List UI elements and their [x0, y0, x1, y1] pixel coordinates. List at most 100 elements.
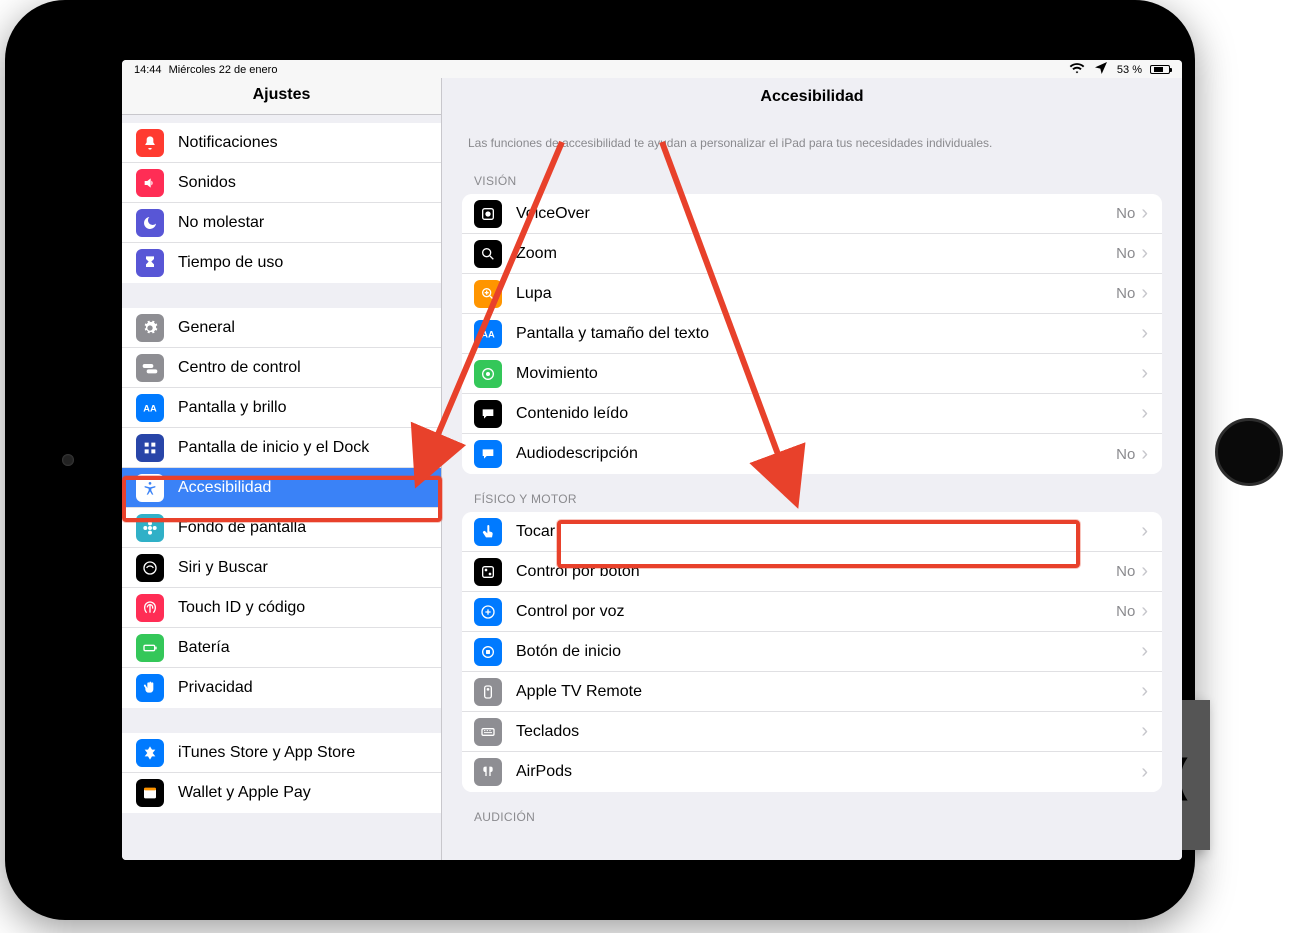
sidebar-item-label: General: [178, 319, 427, 337]
detail-item-spoken[interactable]: Contenido leído›: [462, 394, 1162, 434]
detail-item-magnifier[interactable]: LupaNo›: [462, 274, 1162, 314]
detail-item-value: No: [1116, 205, 1135, 222]
chevron-right-icon: ›: [1141, 520, 1148, 543]
sidebar-item-controlcenter[interactable]: Centro de control: [122, 348, 441, 388]
detail-item-voicecontrol[interactable]: Control por vozNo›: [462, 592, 1162, 632]
chevron-right-icon: ›: [1141, 202, 1148, 225]
home-button[interactable]: [1215, 418, 1283, 486]
status-date: Miércoles 22 de enero: [169, 64, 278, 76]
magnifier-icon: [474, 280, 502, 308]
moon-icon: [136, 209, 164, 237]
detail-title: Accesibilidad: [442, 78, 1182, 112]
detail-item-label: Control por botón: [516, 563, 1116, 581]
detail-item-keyboards[interactable]: Teclados›: [462, 712, 1162, 752]
chevron-right-icon: ›: [1141, 640, 1148, 663]
chevron-right-icon: ›: [1141, 443, 1148, 466]
sidebar-item-siri[interactable]: Siri y Buscar: [122, 548, 441, 588]
sidebar-item-label: Sonidos: [178, 174, 427, 192]
detail-item-switchcontrol[interactable]: Control por botónNo›: [462, 552, 1162, 592]
chevron-right-icon: ›: [1141, 362, 1148, 385]
location-icon: [1093, 60, 1109, 79]
sidebar-title: Ajustes: [122, 78, 441, 115]
detail-item-label: Apple TV Remote: [516, 683, 1141, 701]
battery-icon: [1150, 65, 1170, 74]
sidebar-item-general[interactable]: General: [122, 308, 441, 348]
chevron-right-icon: ›: [1141, 282, 1148, 305]
detail-item-label: Zoom: [516, 245, 1116, 263]
detail-item-label: Tocar: [516, 523, 1141, 541]
sidebar-item-label: Touch ID y código: [178, 599, 427, 617]
chevron-right-icon: ›: [1141, 600, 1148, 623]
detail-item-value: No: [1116, 245, 1135, 262]
section-header: FÍSICO Y MOTOR: [462, 474, 1162, 512]
airpods-icon: [474, 758, 502, 786]
flower-icon: [136, 514, 164, 542]
chevron-right-icon: ›: [1141, 242, 1148, 265]
sidebar-item-wallpaper[interactable]: Fondo de pantalla: [122, 508, 441, 548]
aa-icon: AA: [136, 394, 164, 422]
chevron-right-icon: ›: [1141, 720, 1148, 743]
chevron-right-icon: ›: [1141, 680, 1148, 703]
keyboard-icon: [474, 718, 502, 746]
detail-hint: Las funciones de accesibilidad te ayudan…: [462, 112, 1162, 156]
sidebar-item-label: Siri y Buscar: [178, 559, 427, 577]
sidebar-item-label: Pantalla de inicio y el Dock: [178, 439, 427, 457]
sidebar-item-sounds[interactable]: Sonidos: [122, 163, 441, 203]
chevron-right-icon: ›: [1141, 402, 1148, 425]
sidebar-item-screentime[interactable]: Tiempo de uso: [122, 243, 441, 283]
sidebar-item-display[interactable]: AAPantalla y brillo: [122, 388, 441, 428]
bell-icon: [136, 129, 164, 157]
sidebar-item-label: No molestar: [178, 214, 427, 232]
detail-item-motion[interactable]: Movimiento›: [462, 354, 1162, 394]
sidebar-item-label: Fondo de pantalla: [178, 519, 427, 537]
sidebar-item-label: Batería: [178, 639, 427, 657]
detail-item-label: Teclados: [516, 723, 1141, 741]
appstore-icon: [136, 739, 164, 767]
detail-item-voiceover[interactable]: VoiceOverNo ›: [462, 194, 1162, 234]
sidebar-item-accessibility[interactable]: Accesibilidad: [122, 468, 441, 508]
detail-item-label: Botón de inicio: [516, 643, 1141, 661]
detail-item-zoom[interactable]: ZoomNo ›: [462, 234, 1162, 274]
toggles-icon: [136, 354, 164, 382]
detail-item-textsize[interactable]: AAPantalla y tamaño del texto›: [462, 314, 1162, 354]
detail-item-label: Contenido leído: [516, 405, 1141, 423]
detail-item-label: AirPods: [516, 763, 1141, 781]
sidebar-item-touchid[interactable]: Touch ID y código: [122, 588, 441, 628]
detail-item-airpods[interactable]: AirPods›: [462, 752, 1162, 792]
sidebar-item-privacy[interactable]: Privacidad: [122, 668, 441, 708]
detail-item-touch[interactable]: Tocar›: [462, 512, 1162, 552]
sidebar-item-wallet[interactable]: Wallet y Apple Pay: [122, 773, 441, 813]
sidebar-item-notifications[interactable]: Notificaciones: [122, 123, 441, 163]
sidebar-item-label: Notificaciones: [178, 134, 427, 152]
hourglass-icon: [136, 249, 164, 277]
settings-detail[interactable]: Accesibilidad Las funciones de accesibil…: [442, 78, 1182, 860]
detail-item-value: No: [1116, 285, 1135, 302]
voiceover-icon: [474, 200, 502, 228]
detail-item-audiodesc[interactable]: AudiodescripciónNo›: [462, 434, 1162, 474]
sidebar-item-dnd[interactable]: No molestar: [122, 203, 441, 243]
fingerprint-icon: [136, 594, 164, 622]
switch-icon: [474, 558, 502, 586]
settings-sidebar[interactable]: Ajustes Notificaciones Sonidos No molestar…: [122, 78, 442, 860]
detail-item-label: Audiodescripción: [516, 445, 1116, 463]
svg-text:AA: AA: [481, 329, 495, 339]
sidebar-item-label: Accesibilidad: [178, 479, 427, 497]
detail-item-appletv[interactable]: Apple TV Remote›: [462, 672, 1162, 712]
wifi-icon: [1069, 60, 1085, 79]
sidebar-item-battery[interactable]: Batería: [122, 628, 441, 668]
motion-icon: [474, 360, 502, 388]
detail-item-label: VoiceOver: [516, 205, 1116, 223]
sidebar-item-homescreen[interactable]: Pantalla de inicio y el Dock: [122, 428, 441, 468]
speaker-icon: [136, 169, 164, 197]
sidebar-item-label: Tiempo de uso: [178, 254, 427, 272]
status-bar: 14:44 Miércoles 22 de enero 53 %: [122, 60, 1182, 78]
status-time: 14:44: [134, 64, 162, 76]
accessibility-icon: [136, 474, 164, 502]
detail-item-label: Pantalla y tamaño del texto: [516, 325, 1141, 343]
detail-item-label: Control por voz: [516, 603, 1116, 621]
sidebar-item-itunes[interactable]: iTunes Store y App Store: [122, 733, 441, 773]
siri-icon: [136, 554, 164, 582]
detail-item-homebutton[interactable]: Botón de inicio›: [462, 632, 1162, 672]
section-header: AUDICIÓN: [462, 792, 1162, 830]
sidebar-item-label: Wallet y Apple Pay: [178, 784, 427, 802]
